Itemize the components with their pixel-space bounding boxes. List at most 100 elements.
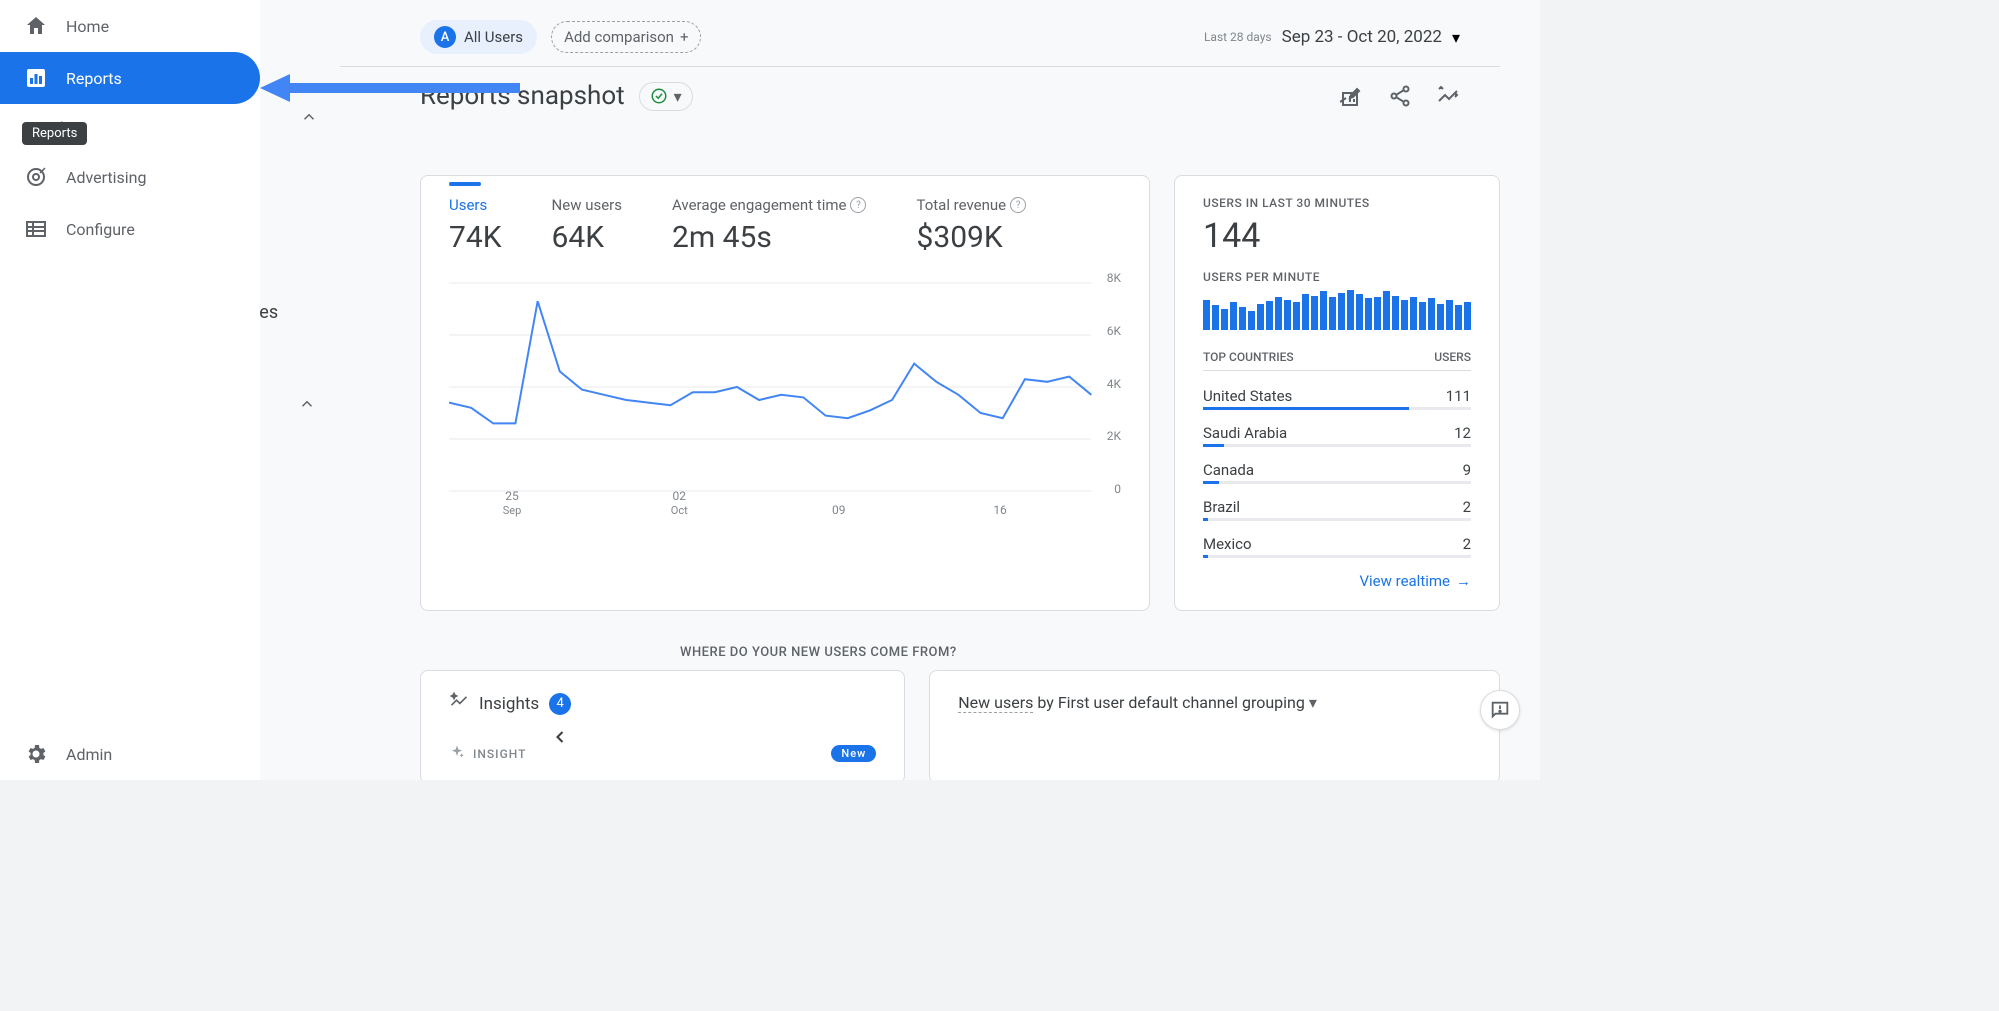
gear-icon (24, 742, 48, 766)
nav-home-label: Home (66, 17, 109, 36)
new-badge: New (831, 745, 876, 762)
realtime-minibar-chart (1203, 290, 1471, 330)
y-tick: 6K (1107, 324, 1121, 338)
page-header: Reports snapshot ▾ (340, 67, 1540, 135)
reports-tooltip: Reports (22, 122, 87, 145)
add-comparison-label: Add comparison (564, 28, 674, 46)
realtime-row-bar (1203, 481, 1471, 484)
truncated-text: ses (260, 302, 278, 323)
help-icon[interactable]: ? (1010, 197, 1026, 213)
home-icon (24, 14, 48, 38)
date-range-picker[interactable]: Last 28 days Sep 23 - Oct 20, 2022 ▾ (1204, 27, 1460, 47)
kpi-users-label: Users (449, 196, 502, 214)
check-circle-icon (650, 87, 668, 105)
segment-badge: A (434, 26, 456, 48)
feedback-button[interactable] (1480, 690, 1520, 730)
add-comparison-button[interactable]: Add comparison + (551, 21, 701, 53)
col-country: TOP COUNTRIES (1203, 350, 1294, 364)
realtime-title: USERS IN LAST 30 MINUTES (1203, 196, 1471, 210)
page-title: Reports snapshot (420, 81, 625, 111)
nav-home[interactable]: Home (0, 0, 260, 52)
realtime-card: USERS IN LAST 30 MINUTES 144 USERS PER M… (1174, 175, 1500, 611)
sparkle-icon (449, 691, 469, 716)
section-title: WHERE DO YOUR NEW USERS COME FROM? (300, 611, 1540, 670)
target-icon (24, 165, 48, 189)
realtime-table-header: TOP COUNTRIES USERS (1203, 350, 1471, 371)
sidebar: Home Reports lore Advertising Configure (0, 0, 260, 780)
realtime-row-bar (1203, 407, 1471, 410)
x-tick: 16 (993, 503, 1007, 517)
nav-admin[interactable]: Admin (0, 728, 260, 780)
share-icon[interactable] (1388, 84, 1412, 108)
y-tick: 0 (1114, 482, 1121, 496)
nav-advertising[interactable]: Advertising (0, 151, 260, 203)
arrow-right-icon: → (1456, 572, 1471, 590)
customize-icon[interactable] (1340, 84, 1364, 108)
realtime-row-bar (1203, 518, 1471, 521)
channels-title[interactable]: New users by First user default channel … (958, 693, 1471, 712)
insights-title: Insights (479, 694, 539, 714)
kpi-new-users[interactable]: New users 64K (552, 196, 622, 255)
kpi-engagement-value: 2m 45s (672, 220, 866, 255)
chevron-up-icon[interactable] (300, 108, 318, 130)
insights-count-badge: 4 (549, 693, 571, 715)
kpi-users[interactable]: Users 74K (449, 196, 502, 255)
date-range-value: Sep 23 - Oct 20, 2022 (1282, 27, 1442, 47)
realtime-row[interactable]: United States111 (1203, 381, 1471, 407)
realtime-row-bar (1203, 555, 1471, 558)
insights-icon[interactable] (1436, 84, 1460, 108)
insights-card: Insights 4 INSIGHT New (420, 670, 905, 780)
kpi-new-users-value: 64K (552, 220, 622, 255)
x-tick: 25Sep (503, 489, 522, 517)
collapse-panel-button[interactable] (550, 727, 570, 752)
bar-chart-icon (24, 66, 48, 90)
help-icon[interactable]: ? (850, 197, 866, 213)
insight-subhead: INSIGHT (473, 747, 526, 761)
kpi-revenue-label: Total revenue ? (916, 196, 1026, 214)
overview-card: Users 74K New users 64K Average engageme… (420, 175, 1150, 611)
kpi-row: Users 74K New users 64K Average engageme… (449, 196, 1121, 255)
realtime-row[interactable]: Brazil2 (1203, 492, 1471, 518)
x-tick: 09 (832, 503, 846, 517)
y-tick: 8K (1107, 271, 1121, 285)
y-tick: 4K (1107, 377, 1121, 391)
segment-label: All Users (464, 28, 523, 46)
kpi-new-users-label: New users (552, 196, 622, 214)
kpi-engagement[interactable]: Average engagement time ? 2m 45s (672, 196, 866, 255)
nav-reports[interactable]: Reports (0, 52, 260, 104)
nav-configure-label: Configure (66, 220, 135, 239)
insights-header: Insights 4 (449, 691, 876, 716)
realtime-value: 144 (1203, 216, 1471, 256)
status-pill[interactable]: ▾ (639, 82, 693, 111)
main-content: ses A All Users Add comparison + Last 28… (260, 0, 1540, 780)
view-realtime-link[interactable]: View realtime → (1203, 572, 1471, 590)
col-users: USERS (1434, 350, 1471, 364)
nav-reports-label: Reports (66, 69, 122, 88)
nav-configure[interactable]: Configure (0, 203, 260, 255)
realtime-row[interactable]: Mexico2 (1203, 529, 1471, 555)
table-icon (24, 217, 48, 241)
kpi-revenue[interactable]: Total revenue ? $309K (916, 196, 1026, 255)
nav-admin-label: Admin (66, 745, 112, 764)
kpi-revenue-value: $309K (916, 220, 1026, 255)
chevron-down-icon: ▾ (674, 87, 682, 106)
segment-chip[interactable]: A All Users (420, 20, 537, 54)
insight-row[interactable]: INSIGHT New (449, 744, 876, 763)
x-tick: 02Oct (671, 489, 688, 517)
nav-advertising-label: Advertising (66, 168, 147, 187)
topbar: A All Users Add comparison + Last 28 day… (340, 0, 1500, 67)
realtime-row[interactable]: Saudi Arabia12 (1203, 418, 1471, 444)
chevron-up-icon[interactable] (298, 395, 316, 417)
realtime-per-minute-label: USERS PER MINUTE (1203, 270, 1471, 284)
line-chart: 8K 6K 4K 2K 0 25Sep 02Oct 09 (449, 271, 1121, 511)
plus-icon: + (680, 28, 689, 46)
header-actions (1340, 84, 1460, 108)
chevron-down-icon: ▾ (1452, 28, 1460, 47)
kpi-users-value: 74K (449, 220, 502, 255)
y-tick: 2K (1107, 429, 1121, 443)
chevron-down-icon: ▾ (1309, 693, 1317, 712)
realtime-row[interactable]: Canada9 (1203, 455, 1471, 481)
channels-card: New users by First user default channel … (929, 670, 1500, 780)
realtime-row-bar (1203, 444, 1471, 447)
sparkle-icon (449, 744, 465, 763)
